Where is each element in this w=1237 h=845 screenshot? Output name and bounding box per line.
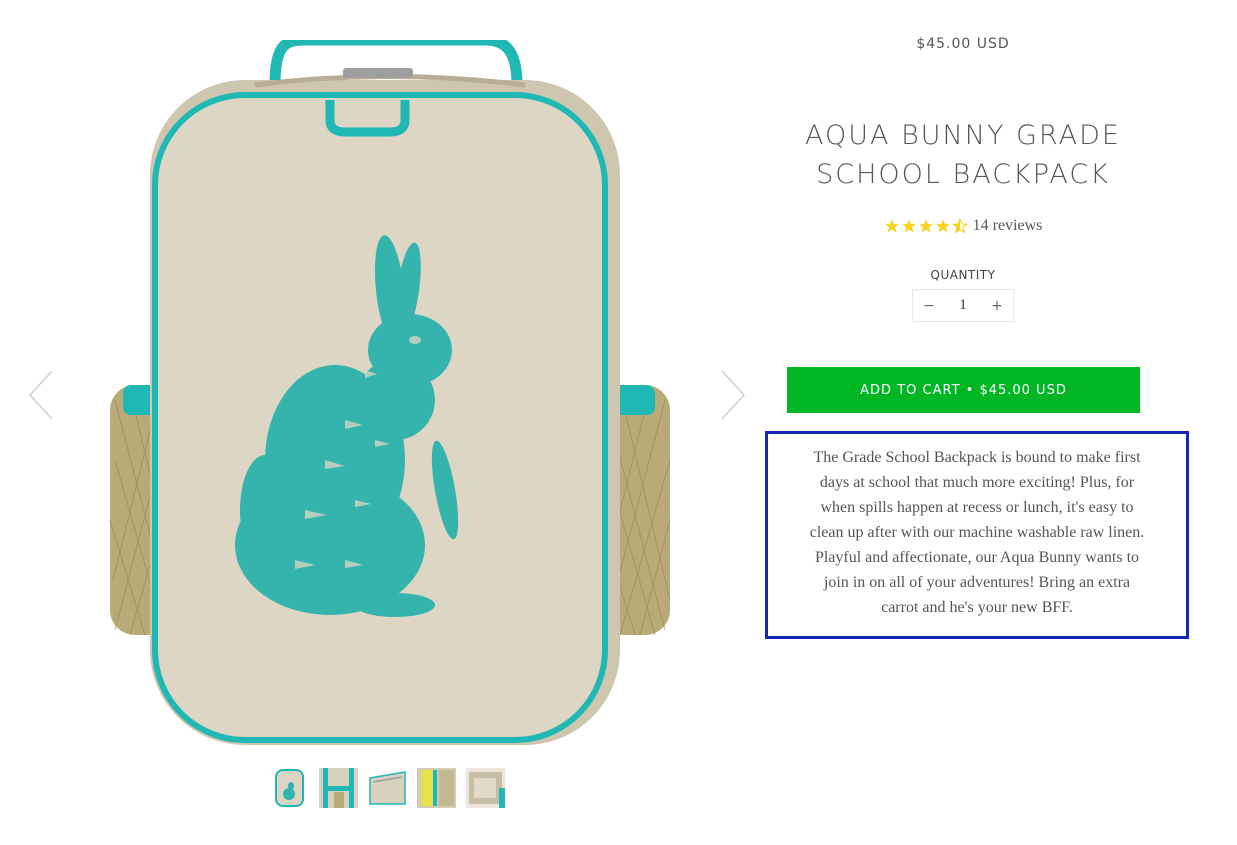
quantity-decrease-button[interactable]: − bbox=[913, 298, 945, 314]
thumbnail-5[interactable] bbox=[466, 768, 505, 808]
thumbnail-3[interactable] bbox=[368, 768, 407, 808]
main-product-image bbox=[105, 34, 675, 752]
product-description: The Grade School Backpack is bound to ma… bbox=[765, 431, 1189, 639]
quantity-stepper: − + bbox=[912, 289, 1014, 322]
product-title: AQUA BUNNY GRADE SCHOOL BACKPACK bbox=[805, 120, 1121, 190]
star-icon bbox=[901, 219, 916, 233]
thumbnail-1[interactable] bbox=[270, 768, 309, 808]
product-gallery bbox=[0, 0, 760, 845]
thumbnail-strip bbox=[270, 768, 505, 808]
star-rating bbox=[884, 218, 968, 234]
thumbnail-4[interactable] bbox=[417, 768, 456, 808]
half-star-icon bbox=[951, 218, 968, 234]
star-icon bbox=[884, 219, 899, 233]
reviews-link[interactable]: 14 reviews bbox=[973, 217, 1043, 235]
chevron-left-icon bbox=[28, 370, 53, 420]
chevron-right-icon bbox=[721, 370, 746, 420]
quantity-increase-button[interactable]: + bbox=[981, 298, 1013, 314]
quantity-label: QUANTITY bbox=[930, 268, 996, 282]
star-icon bbox=[935, 219, 950, 233]
quantity-input[interactable] bbox=[945, 297, 981, 314]
gallery-prev-button[interactable] bbox=[26, 365, 56, 425]
thumbnail-2[interactable] bbox=[319, 768, 358, 808]
gallery-next-button[interactable] bbox=[718, 365, 748, 425]
product-price: $45.00 USD bbox=[916, 36, 1010, 52]
add-to-cart-button[interactable]: ADD TO CART • $45.00 USD bbox=[787, 367, 1140, 413]
star-icon bbox=[918, 219, 933, 233]
product-rating: 14 reviews bbox=[765, 217, 1161, 235]
